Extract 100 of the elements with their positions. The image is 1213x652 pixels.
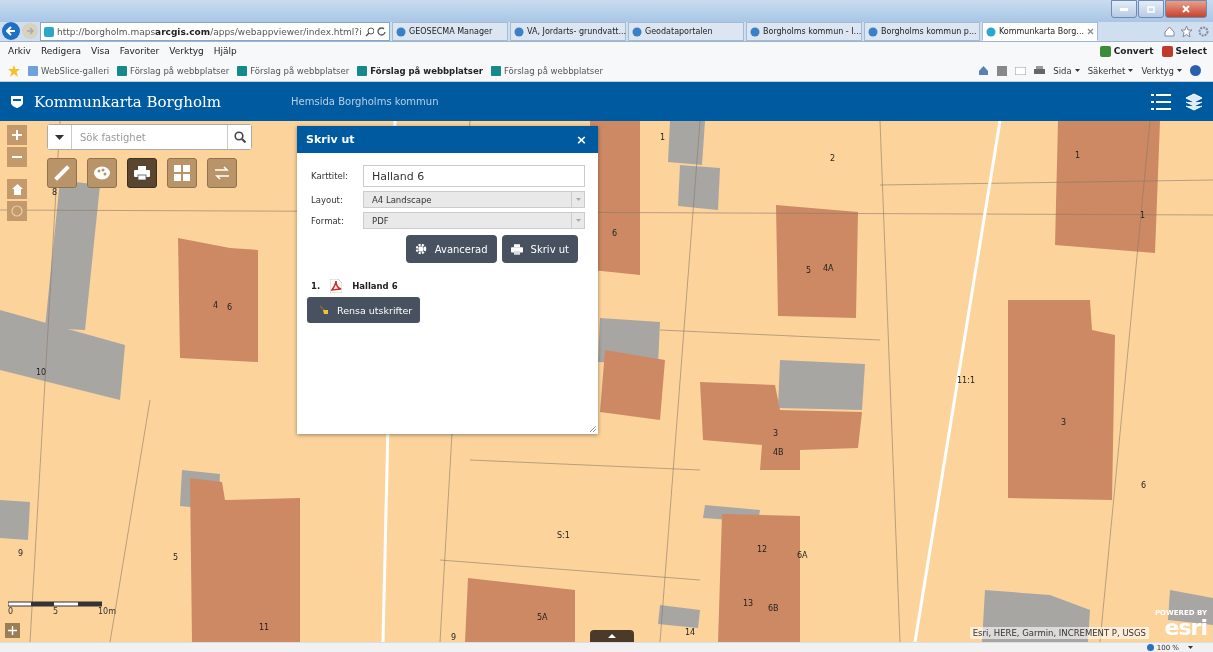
printer-icon[interactable] bbox=[1034, 65, 1046, 76]
favorites-link[interactable]: WebSlice-galleri bbox=[28, 65, 110, 76]
printer-tool-button[interactable] bbox=[127, 158, 157, 188]
search-bar[interactable]: Sök fastighet bbox=[47, 124, 252, 150]
parcel-label: 9 bbox=[18, 549, 24, 558]
crosshair-icon bbox=[8, 626, 17, 635]
overview-button[interactable] bbox=[5, 623, 20, 638]
parcel-label: 5A bbox=[537, 613, 548, 622]
browser-tab[interactable]: GEOSECMA Manager bbox=[392, 22, 508, 41]
clear-prints-button[interactable]: Rensa utskrifter bbox=[307, 297, 421, 323]
command-menu[interactable]: Verktyg bbox=[1141, 65, 1174, 76]
parcel-label: 4B bbox=[773, 448, 784, 457]
browser-tab[interactable]: Geodataportalen bbox=[628, 22, 744, 41]
close-button[interactable]: × bbox=[574, 132, 589, 147]
grid-tool-button[interactable] bbox=[167, 158, 197, 188]
field-label: Format: bbox=[311, 215, 345, 226]
star-icon[interactable] bbox=[8, 64, 20, 77]
dropdown[interactable]: PDF bbox=[363, 212, 585, 229]
close-button[interactable] bbox=[1165, 0, 1207, 18]
menu-item[interactable]: Favoriter bbox=[119, 46, 160, 56]
caret-icon bbox=[1177, 69, 1182, 72]
back-button[interactable] bbox=[2, 22, 20, 40]
home-icon bbox=[11, 183, 23, 195]
ruler-tool-button[interactable] bbox=[47, 158, 77, 188]
parcel-label: 6 bbox=[1141, 481, 1147, 490]
menu-item[interactable]: Redigera bbox=[40, 46, 81, 56]
panel-toggle-button[interactable] bbox=[590, 630, 634, 642]
close-icon[interactable] bbox=[1087, 28, 1094, 35]
print-result-link[interactable]: Halland 6 bbox=[352, 281, 398, 291]
broom-icon bbox=[319, 305, 329, 315]
favorites-link[interactable]: Förslag på webbplatser bbox=[357, 65, 483, 76]
toolbar-button[interactable]: Select bbox=[1161, 45, 1207, 57]
swap-icon bbox=[214, 166, 230, 180]
parcel-label: 3 bbox=[1061, 418, 1067, 427]
parcel-label: 6B bbox=[768, 604, 779, 613]
parcel-label: 6 bbox=[227, 303, 233, 312]
layers-icon[interactable] bbox=[1185, 92, 1203, 111]
bing-icon bbox=[357, 65, 368, 76]
parcel-label: 10 bbox=[36, 368, 47, 377]
dialog-title: Skriv ut bbox=[306, 133, 355, 146]
browser-tab[interactable]: VA, Jordarts- grundvatt... bbox=[510, 22, 626, 41]
list-icon[interactable] bbox=[1151, 92, 1171, 111]
palette-tool-button[interactable] bbox=[87, 158, 117, 188]
help-icon[interactable] bbox=[1190, 65, 1201, 76]
mail-icon[interactable] bbox=[1015, 66, 1027, 75]
printer-icon bbox=[134, 166, 150, 180]
print-button[interactable]: Skriv ut bbox=[501, 235, 578, 263]
favorites-link[interactable]: Förslag på webbplatser bbox=[490, 65, 603, 76]
home-icon[interactable] bbox=[1164, 26, 1175, 37]
caret-icon bbox=[575, 198, 581, 201]
resize-handle-icon[interactable] bbox=[590, 426, 596, 432]
menu-item[interactable]: Verktyg bbox=[169, 46, 204, 56]
site-icon bbox=[44, 26, 54, 37]
parcel-label: 5 bbox=[806, 266, 812, 275]
advanced-button[interactable]: Avancerad bbox=[405, 235, 497, 263]
caret-icon[interactable] bbox=[1188, 646, 1193, 649]
search-source-dropdown[interactable] bbox=[48, 125, 72, 149]
caret-icon bbox=[575, 219, 581, 222]
dropdown[interactable]: A4 Landscape bbox=[363, 191, 585, 208]
command-menu[interactable]: Sida bbox=[1053, 65, 1072, 76]
favorites-link[interactable]: Förslag på webbplatser bbox=[237, 65, 350, 76]
map-attribution: Esri, HERE, Garmin, INCREMENT P, USGS bbox=[969, 627, 1149, 639]
close-icon bbox=[1182, 5, 1190, 13]
browser-tab[interactable]: Borgholms kommun - I... bbox=[746, 22, 862, 41]
command-menu[interactable]: Säkerhet bbox=[1087, 65, 1126, 76]
home-icon[interactable] bbox=[978, 65, 990, 76]
zoom-in-button[interactable] bbox=[7, 125, 27, 145]
home-button[interactable] bbox=[7, 179, 27, 199]
minimize-button[interactable] bbox=[1111, 0, 1137, 18]
settings-icon[interactable] bbox=[1198, 26, 1209, 37]
browser-tab[interactable]: Kommunkarta Borg... bbox=[982, 22, 1098, 41]
favorites-link[interactable]: Förslag på webbplatser bbox=[117, 65, 230, 76]
star-icon[interactable] bbox=[1181, 26, 1192, 37]
paved-area bbox=[0, 500, 30, 540]
maximize-button[interactable] bbox=[1138, 0, 1164, 18]
swap-tool-button[interactable] bbox=[207, 158, 237, 188]
toolbar-button[interactable]: Convert bbox=[1099, 45, 1154, 57]
parcel-label: 4 bbox=[213, 301, 219, 310]
printer-icon bbox=[510, 243, 523, 255]
search-button[interactable] bbox=[227, 125, 251, 149]
menu-item[interactable]: Arkiv bbox=[8, 46, 31, 56]
zoom-out-button[interactable] bbox=[7, 147, 27, 167]
field-label: Karttitel: bbox=[311, 171, 349, 181]
site-icon bbox=[396, 26, 406, 37]
scale-label: 5 bbox=[53, 607, 59, 616]
refresh-icon bbox=[377, 27, 386, 36]
homepage-link[interactable]: Hemsida Borgholms kommun bbox=[291, 96, 439, 107]
parcel-label: 1 bbox=[1075, 151, 1081, 160]
parcel-label: 11:1 bbox=[957, 376, 975, 385]
back-arrow-icon bbox=[6, 26, 16, 36]
address-field[interactable]: http://borgholm.mapsarcgis.com/apps/webappviewer/index.html?i bbox=[40, 22, 390, 41]
parcel-label: 1 bbox=[660, 133, 666, 142]
menu-item[interactable]: Hjälp bbox=[213, 46, 237, 56]
parcel-label: 2 bbox=[830, 154, 836, 163]
app-title: Kommunkarta Borgholm bbox=[34, 92, 222, 111]
map-title-field[interactable]: Halland 6 bbox=[363, 165, 585, 187]
browser-tab[interactable]: Borgholms kommun p... bbox=[864, 22, 980, 41]
menu-item[interactable]: Visa bbox=[91, 46, 110, 56]
site-icon bbox=[750, 26, 760, 37]
building bbox=[600, 350, 665, 420]
